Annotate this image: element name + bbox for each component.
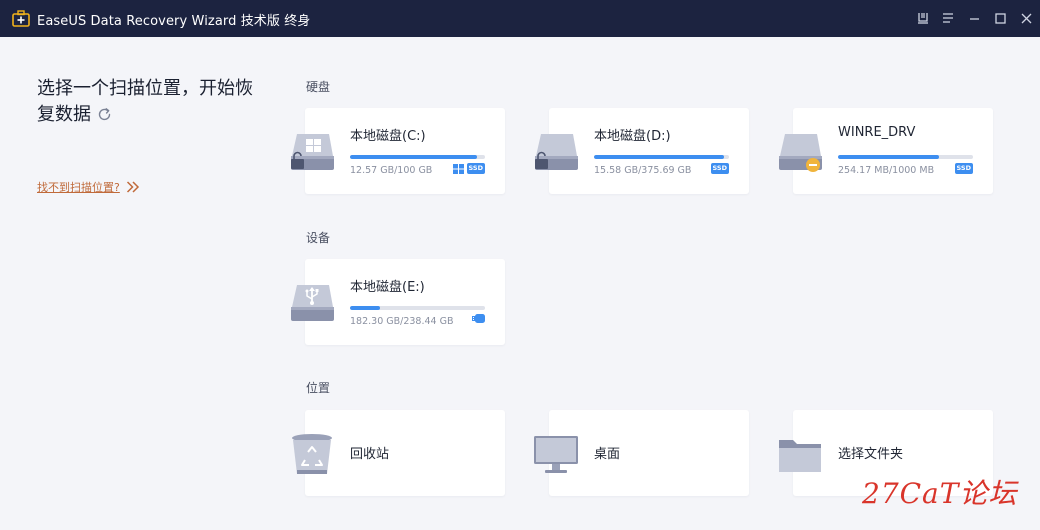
window-title: EaseUS Data Recovery Wizard 技术版 终身 (37, 14, 311, 29)
location-card-recycle-bin[interactable]: 回收站 (292, 410, 505, 496)
device-badges (472, 314, 485, 323)
location-name: 桌面 (594, 447, 621, 462)
app-logo-icon (12, 10, 30, 27)
close-icon (1021, 13, 1031, 23)
refresh-icon[interactable] (97, 107, 112, 122)
disk-usage-bar (594, 155, 729, 159)
disk-usage-fill (838, 155, 940, 159)
disk-name: WINRE_DRV (838, 125, 916, 140)
disk-badges: SSD (710, 163, 729, 174)
disk-badges: SSD (954, 163, 973, 174)
disk-usage-bar (350, 155, 485, 159)
forum-watermark: 27CaT论坛 (862, 477, 1018, 510)
location-name: 选择文件夹 (838, 447, 904, 462)
disk-card-d[interactable]: 本地磁盘(D:) 15.58 GB/375.69 GB SSD (535, 108, 749, 194)
disk-size: 12.57 GB/100 GB (350, 165, 433, 176)
double-chevron-right-icon (126, 181, 139, 193)
monitor-icon (534, 436, 578, 473)
section-label-locations: 位置 (306, 381, 331, 395)
disk-size: 15.58 GB/375.69 GB (594, 165, 692, 176)
ssd-badge: SSD (466, 163, 485, 174)
recycle-bin-icon (292, 434, 332, 474)
disk-name: 本地磁盘(D:) (594, 129, 671, 144)
windows-icon (452, 163, 464, 174)
hard-drive-icon (535, 134, 578, 170)
cannot-find-location-link[interactable]: 找不到扫描位置? (37, 179, 140, 195)
section-label-disks: 硬盘 (306, 80, 331, 94)
page-title: 选择一个扫描位置，开始恢复数据 (37, 76, 267, 128)
minimize-icon (969, 17, 979, 20)
title-bar: EaseUS Data Recovery Wizard 技术版 终身 (0, 0, 1040, 37)
location-card-desktop[interactable]: 桌面 (534, 410, 749, 496)
device-usage-fill (350, 306, 380, 310)
device-usage-bar (350, 306, 485, 310)
folder-icon (779, 440, 821, 472)
disk-usage-bar (838, 155, 973, 159)
minimize-button[interactable] (963, 8, 985, 28)
maximize-icon (994, 12, 1006, 24)
device-card-e[interactable]: 本地磁盘(E:) 182.30 GB/238.44 GB (291, 259, 505, 345)
cannot-find-location-text: 找不到扫描位置? (37, 181, 120, 194)
disk-badges: SSD (452, 163, 485, 174)
usb-drive-icon (291, 285, 334, 321)
disk-card-c[interactable]: 本地磁盘(C:) 12.57 GB/100 GB SSD (291, 108, 505, 194)
ssd-badge: SSD (710, 163, 729, 174)
menu-button[interactable] (937, 8, 959, 28)
hard-drive-windows-icon (291, 134, 334, 170)
feedback-icon (918, 13, 928, 24)
maximize-button[interactable] (989, 8, 1011, 28)
device-size: 182.30 GB/238.44 GB (350, 316, 454, 327)
location-name: 回收站 (350, 447, 390, 462)
menu-icon (943, 13, 953, 23)
disk-usage-fill (350, 155, 477, 159)
disk-usage-fill (594, 155, 724, 159)
disk-card-winre[interactable]: WINRE_DRV 254.17 MB/1000 MB SSD (779, 108, 993, 194)
close-button[interactable] (1015, 8, 1037, 28)
disk-name: 本地磁盘(C:) (350, 129, 426, 144)
usb-badge-icon (472, 314, 485, 323)
page-title-text: 选择一个扫描位置，开始恢复数据 (37, 78, 253, 125)
disk-size: 254.17 MB/1000 MB (838, 165, 935, 176)
section-label-devices: 设备 (306, 231, 331, 245)
feedback-button[interactable] (912, 8, 934, 28)
ssd-badge: SSD (954, 163, 973, 174)
hard-drive-hidden-icon (779, 134, 822, 172)
device-name: 本地磁盘(E:) (350, 280, 425, 295)
